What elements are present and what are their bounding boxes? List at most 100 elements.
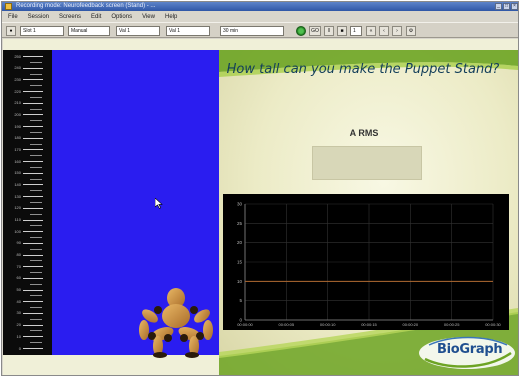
- scale-tick-label: 180: [14, 135, 21, 141]
- menu-help[interactable]: Help: [165, 12, 177, 22]
- scale-tick-label: 80: [16, 252, 21, 258]
- scale-tick-label: 210: [14, 100, 21, 106]
- scale-tick-label: 10: [16, 333, 21, 339]
- scale-tick: [23, 348, 43, 349]
- scale-minor-tick: [30, 120, 42, 122]
- scale-tick: [23, 231, 43, 233]
- menu-session[interactable]: Session: [28, 12, 49, 22]
- menu-file[interactable]: File: [8, 12, 18, 22]
- animation-stage: [52, 50, 219, 358]
- go-button[interactable]: [296, 26, 306, 36]
- scale-minor-tick: [30, 166, 42, 168]
- duration-select[interactable]: 30 min: [220, 26, 284, 36]
- scale-tick-label: 240: [14, 65, 21, 71]
- scale-minor-tick: [30, 85, 42, 87]
- menu-screens[interactable]: Screens: [59, 12, 81, 22]
- scale-minor-tick: [30, 61, 42, 63]
- scale-tick-label: 170: [14, 146, 21, 152]
- menu-edit[interactable]: Edit: [91, 12, 101, 22]
- scale-minor-tick: [30, 108, 42, 110]
- scale-minor-tick: [30, 178, 42, 180]
- maximize-icon[interactable]: □: [503, 3, 510, 10]
- scale-tick: [23, 266, 43, 268]
- minimize-icon[interactable]: _: [495, 3, 502, 10]
- scale-minor-tick: [30, 143, 42, 145]
- slot-select[interactable]: Slot 1: [20, 26, 64, 36]
- stop-icon[interactable]: ■: [337, 26, 347, 36]
- menu-options[interactable]: Options: [111, 12, 132, 22]
- scale-minor-tick: [30, 248, 42, 250]
- scale-tick: [23, 289, 43, 291]
- emg-line-chart: 30 25 20 15 10 5 0 00:00:00 00:00:05 00:00:10 00:0…: [223, 194, 509, 330]
- scale-tick: [23, 312, 43, 314]
- scale-tick-label: 230: [14, 76, 21, 82]
- scale-minor-tick: [30, 318, 42, 320]
- chart-x-tick-label: 00:00:20: [403, 322, 419, 327]
- chart-x-tick-label: 00:00:05: [279, 322, 295, 327]
- chart-y-tick-label: 25: [237, 221, 243, 226]
- mouse-cursor-icon: [155, 198, 163, 209]
- mode-select[interactable]: Manual: [68, 26, 110, 36]
- scale-tick: [23, 196, 43, 198]
- feedback-panel: How tall can you make the Puppet Stand? …: [219, 50, 518, 375]
- scale-tick-label: 70: [16, 263, 21, 269]
- scale-minor-tick: [30, 330, 42, 332]
- scale-minor-tick: [30, 260, 42, 262]
- scale-tick-label: 30: [16, 310, 21, 316]
- app-icon: [5, 3, 12, 10]
- puppet-figure: [139, 288, 213, 358]
- menu-bar: File Session Screens Edit Options View H…: [2, 12, 518, 22]
- scale-tick: [23, 91, 43, 93]
- scale-select[interactable]: Val 1: [166, 26, 210, 36]
- scale-tick-label: 90: [16, 240, 21, 246]
- scale-tick-label: 110: [14, 217, 21, 223]
- chart-x-tick-label: 00:00:30: [485, 322, 501, 327]
- close-icon[interactable]: ×: [511, 3, 518, 10]
- first-page-icon[interactable]: «: [366, 26, 376, 36]
- scale-tick-label: 200: [14, 111, 21, 117]
- scale-tick: [23, 219, 43, 221]
- scale-tick: [23, 301, 43, 303]
- pause-icon[interactable]: ‖: [324, 26, 334, 36]
- next-page-icon[interactable]: ›: [392, 26, 402, 36]
- chart-y-tick-label: 10: [237, 279, 243, 284]
- view-select[interactable]: Val 1: [116, 26, 160, 36]
- rms-value-display: [312, 146, 422, 180]
- scale-minor-tick: [30, 342, 42, 344]
- settings-icon[interactable]: ⚙: [406, 26, 416, 36]
- chart-x-tick-label: 00:00:25: [444, 322, 460, 327]
- scale-tick-label: 140: [14, 181, 21, 187]
- prev-page-icon[interactable]: ‹: [379, 26, 389, 36]
- menu-view[interactable]: View: [142, 12, 155, 22]
- chart-y-tick-label: 30: [237, 202, 243, 207]
- scale-tick: [23, 67, 43, 69]
- scale-tick: [23, 79, 43, 81]
- scale-tick-label: 250: [14, 53, 21, 59]
- window-title: Recording mode: Neurofeedback screen (St…: [16, 3, 156, 9]
- go-label-button[interactable]: GO: [309, 26, 321, 36]
- scale-tick: [23, 242, 43, 244]
- scale-minor-tick: [30, 295, 42, 297]
- page-number-field[interactable]: 1: [350, 26, 362, 36]
- scale-minor-tick: [30, 307, 42, 309]
- scale-tick: [23, 254, 43, 256]
- scale-tick-label: 0: [18, 345, 21, 351]
- scale-tick-label: 120: [14, 205, 21, 211]
- scale-tick: [23, 172, 43, 174]
- chart-y-tick-label: 15: [237, 260, 243, 265]
- scale-tick: [23, 126, 43, 128]
- scale-tick: [23, 184, 43, 186]
- scale-tick-label: 50: [16, 287, 21, 293]
- title-bar: Recording mode: Neurofeedback screen (St…: [2, 2, 518, 11]
- scale-minor-tick: [30, 225, 42, 227]
- scale-tick: [23, 137, 43, 139]
- feedback-screen: 250 240 230 220 210 200 190 180 170 160 150 140 130 1…: [3, 39, 518, 375]
- scale-tick-label: 150: [14, 170, 21, 176]
- height-scale: 250 240 230 220 210 200 190 180 170 160 150 140 130 1…: [3, 50, 52, 355]
- scale-minor-tick: [30, 73, 42, 75]
- scale-tick: [23, 56, 43, 57]
- chart-x-tick-label: 00:00:00: [237, 322, 253, 327]
- record-icon[interactable]: ●: [6, 26, 16, 36]
- scale-tick: [23, 336, 43, 338]
- scale-tick-label: 190: [14, 123, 21, 129]
